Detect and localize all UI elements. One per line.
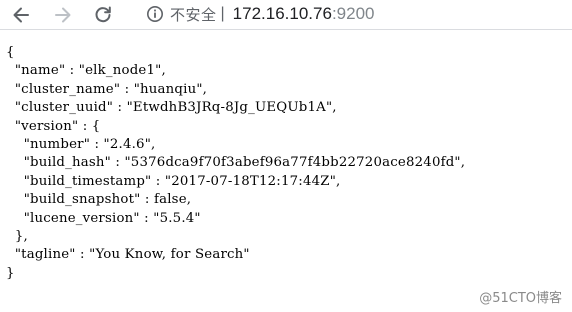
arrow-left-icon — [13, 7, 29, 23]
forward-button[interactable] — [50, 2, 76, 28]
json-line: "build_snapshot" : false, — [6, 192, 192, 208]
json-line: "build_hash" : "5376dca9f70f3abef96a77f4… — [6, 155, 466, 171]
back-button[interactable] — [8, 2, 34, 28]
address-separator: | — [220, 5, 225, 22]
json-line: "version" : { — [6, 118, 101, 134]
json-line: "tagline" : "You Know, for Search" — [6, 247, 250, 263]
url-port[interactable]: :9200 — [332, 4, 375, 24]
arrow-right-icon — [55, 7, 71, 23]
reload-button[interactable] — [90, 2, 116, 28]
json-line: "number" : "2.4.6", — [6, 137, 156, 153]
browser-toolbar: 不安全 | 172.16.10.76 :9200 — [0, 0, 572, 29]
json-line: "build_timestamp" : "2017-07-18T12:17:44… — [6, 173, 341, 189]
json-line: } — [6, 265, 15, 281]
reload-icon — [95, 6, 111, 23]
json-line: }, — [6, 229, 28, 245]
watermark: @51CTO博客 — [479, 291, 562, 306]
json-line: "name" : "elk_node1", — [6, 63, 166, 79]
toolbar-divider — [0, 29, 572, 30]
json-line: { — [6, 45, 15, 60]
json-line: "cluster_name" : "huanqiu", — [6, 81, 208, 97]
address-bar[interactable]: 不安全 | 172.16.10.76 :9200 — [134, 0, 572, 28]
security-status-label[interactable]: 不安全 — [170, 4, 217, 25]
json-line: "cluster_uuid" : "EtwdhB3JRq-8Jg_UEQUb1A… — [6, 100, 337, 116]
json-response-body: { "name" : "elk_node1", "cluster_name" :… — [6, 44, 465, 283]
url-host[interactable]: 172.16.10.76 — [233, 4, 332, 24]
json-line: "lucene_version" : "5.5.4" — [6, 210, 201, 226]
info-circle-icon[interactable] — [146, 5, 164, 23]
